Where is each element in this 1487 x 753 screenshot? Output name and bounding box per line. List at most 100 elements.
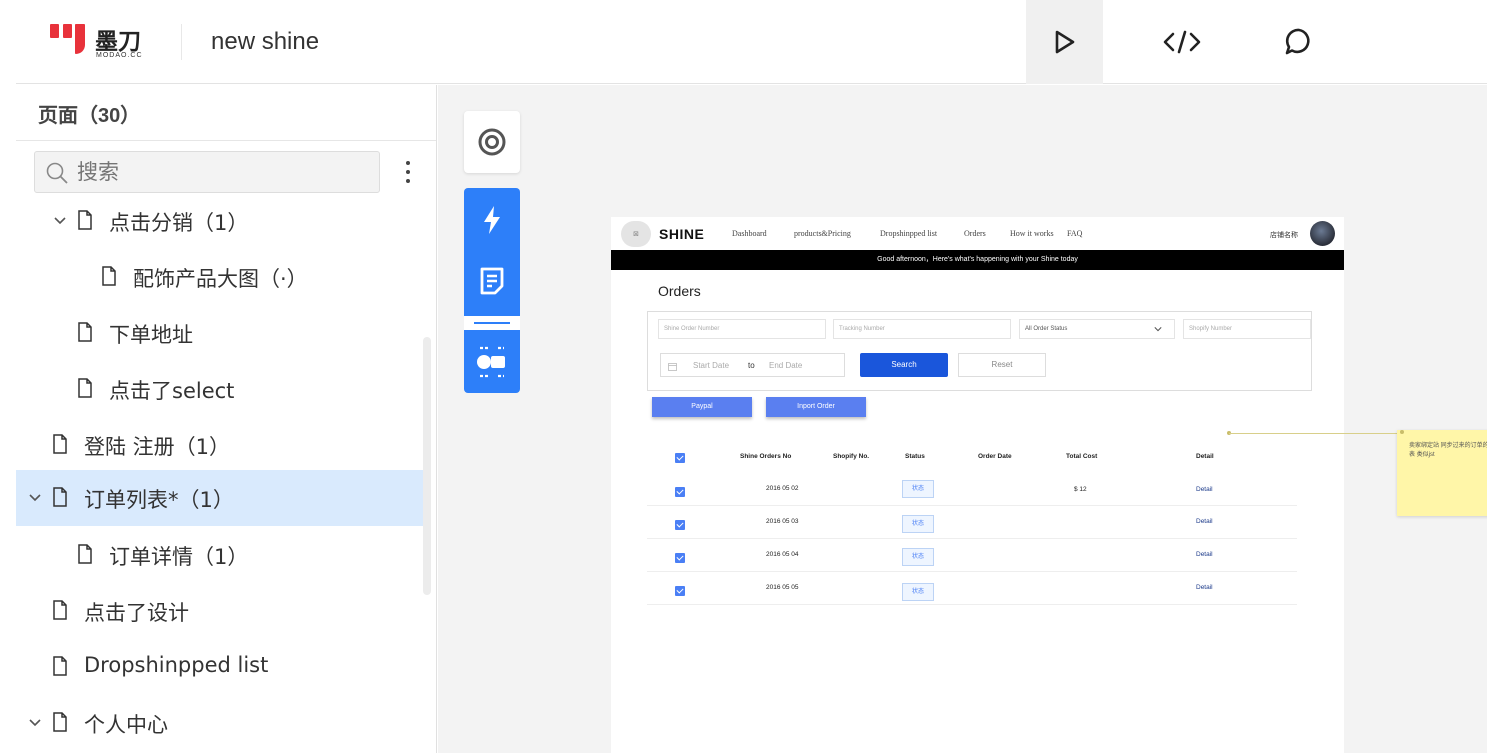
code-button[interactable] — [1143, 0, 1220, 84]
orders-title: Orders — [658, 283, 701, 299]
paypal-button[interactable]: Paypal — [652, 397, 752, 417]
comment-icon — [1285, 28, 1310, 55]
target-tool-button[interactable] — [464, 111, 520, 173]
status-badge[interactable]: 状态 — [902, 583, 934, 601]
tracking-number-input[interactable]: Tracking Number — [833, 319, 1011, 339]
status-badge[interactable]: 状态 — [902, 480, 934, 498]
page-item[interactable]: 订单详情（1） — [16, 527, 423, 583]
logo-placeholder-icon: ⊠ — [621, 221, 651, 247]
nav-link-dashboard[interactable]: Dashboard — [732, 229, 767, 238]
chevron-down-icon[interactable] — [27, 715, 43, 731]
project-title: new shine — [211, 28, 320, 55]
order-number-input[interactable]: Shine Order Number — [658, 319, 826, 339]
sidebar-scrollbar[interactable] — [423, 337, 431, 595]
search-button[interactable]: Search — [860, 353, 948, 377]
preview-button[interactable] — [1026, 0, 1103, 84]
column-header: Detail — [1196, 453, 1214, 460]
order-no: 2016 05 02 — [766, 485, 799, 492]
design-canvas[interactable]: ⊠ SHINE Dashboard products&Pricing Drops… — [438, 85, 1487, 753]
row-checkbox[interactable] — [675, 487, 685, 497]
page-icon — [78, 378, 92, 398]
canvas-toolbar — [464, 188, 520, 393]
order-no: 2016 05 05 — [766, 584, 799, 591]
logo-text: 墨刀 — [95, 29, 141, 55]
page-item-label: 点击了设计 — [84, 601, 189, 625]
page-item[interactable]: 点击分销（1） — [16, 193, 423, 249]
page-icon — [53, 600, 67, 620]
chevron-down-icon[interactable] — [27, 490, 43, 506]
total-cost: $ 12 — [1074, 486, 1087, 493]
page-item-label: 下单地址 — [109, 323, 193, 347]
toolbar-divider — [464, 316, 520, 330]
proto-navbar: ⊠ SHINE Dashboard products&Pricing Drops… — [611, 217, 1344, 250]
end-date[interactable]: End Date — [769, 361, 802, 370]
modao-logo[interactable]: 墨刀 MODAO.CC — [50, 22, 150, 62]
page-item[interactable]: 点击了select — [16, 361, 423, 417]
column-header: Shine Orders No — [740, 453, 792, 460]
nav-link-faq[interactable]: FAQ — [1067, 229, 1082, 238]
store-name[interactable]: 店铺名称 — [1270, 230, 1298, 240]
search-input[interactable] — [77, 158, 367, 186]
row-checkbox[interactable] — [675, 586, 685, 596]
page-item[interactable]: 点击了设计 — [16, 583, 423, 639]
row-checkbox[interactable] — [675, 553, 685, 563]
page-item[interactable]: 配饰产品大图（·） — [16, 249, 423, 305]
components-tool-button[interactable] — [464, 332, 520, 392]
logo-subtext: MODAO.CC — [96, 52, 143, 59]
status-badge[interactable]: 状态 — [902, 515, 934, 533]
calendar-icon — [668, 363, 677, 371]
order-no: 2016 05 04 — [766, 551, 799, 558]
page-item-label: 点击分销（1） — [109, 211, 249, 235]
page-icon — [53, 434, 67, 454]
page-icon — [53, 487, 67, 507]
prototype-frame[interactable]: ⊠ SHINE Dashboard products&Pricing Drops… — [611, 217, 1344, 753]
page-item-label: 个人中心 — [84, 713, 168, 737]
pages-header: 页面（30） — [16, 85, 436, 141]
date-range-picker[interactable]: Start Date to End Date — [660, 353, 845, 377]
page-item-label: 订单详情（1） — [109, 545, 249, 569]
more-options-button[interactable] — [398, 157, 418, 187]
nav-link-how-it-works[interactable]: How it works — [1010, 229, 1054, 238]
play-icon — [1055, 30, 1074, 54]
shopify-number-input[interactable]: Shopify Number — [1183, 319, 1311, 339]
page-item[interactable]: 下单地址 — [16, 305, 423, 361]
avatar[interactable] — [1310, 221, 1335, 246]
divider — [181, 24, 182, 60]
page-item[interactable]: Dropshinpped list — [16, 639, 423, 695]
select-all-checkbox[interactable] — [675, 453, 685, 463]
table-row: 2016 05 03 状态 Detail — [647, 506, 1297, 539]
reset-button[interactable]: Reset — [958, 353, 1046, 377]
lightning-icon — [484, 206, 500, 234]
nav-link-products[interactable]: products&Pricing — [794, 229, 851, 238]
annotation-text: 卖家绑定站 同步过来的订单的列表 类似jst — [1409, 443, 1487, 458]
target-icon — [478, 128, 506, 156]
table-header: Shine Orders No Shopify No. Status Order… — [611, 449, 1344, 473]
detail-link[interactable]: Detail — [1196, 584, 1213, 591]
detail-link[interactable]: Detail — [1196, 551, 1213, 558]
greeting-banner: Good afternoon，Here's what's happening w… — [611, 250, 1344, 270]
notes-tool-button[interactable] — [464, 251, 520, 311]
chevron-down-icon[interactable] — [52, 213, 68, 229]
note-icon — [480, 267, 504, 295]
page-item[interactable]: 登陆 注册（1） — [16, 417, 423, 473]
order-status-select[interactable]: All Order Status — [1019, 319, 1175, 339]
nav-link-dropshinpped[interactable]: Dropshinpped list — [880, 229, 937, 238]
code-icon — [1163, 30, 1200, 54]
page-search[interactable] — [34, 151, 380, 193]
comment-button[interactable] — [1260, 0, 1337, 84]
row-checkbox[interactable] — [675, 520, 685, 530]
column-header: Status — [905, 453, 925, 460]
nav-link-orders[interactable]: Orders — [964, 229, 986, 238]
start-date[interactable]: Start Date — [693, 361, 729, 370]
interaction-tool-button[interactable] — [464, 190, 520, 250]
annotation-note[interactable]: 卖家绑定站 同步过来的订单的列表 类似jst — [1397, 430, 1487, 516]
detail-link[interactable]: Detail — [1196, 486, 1213, 493]
page-icon — [53, 712, 67, 732]
status-badge[interactable]: 状态 — [902, 548, 934, 566]
date-to-label: to — [748, 361, 755, 370]
import-order-button[interactable]: Inport Order — [766, 397, 866, 417]
detail-link[interactable]: Detail — [1196, 518, 1213, 525]
page-item-active[interactable]: 订单列表*（1） — [16, 470, 423, 526]
page-item[interactable]: 个人中心 — [16, 695, 423, 751]
components-icon — [477, 346, 505, 378]
